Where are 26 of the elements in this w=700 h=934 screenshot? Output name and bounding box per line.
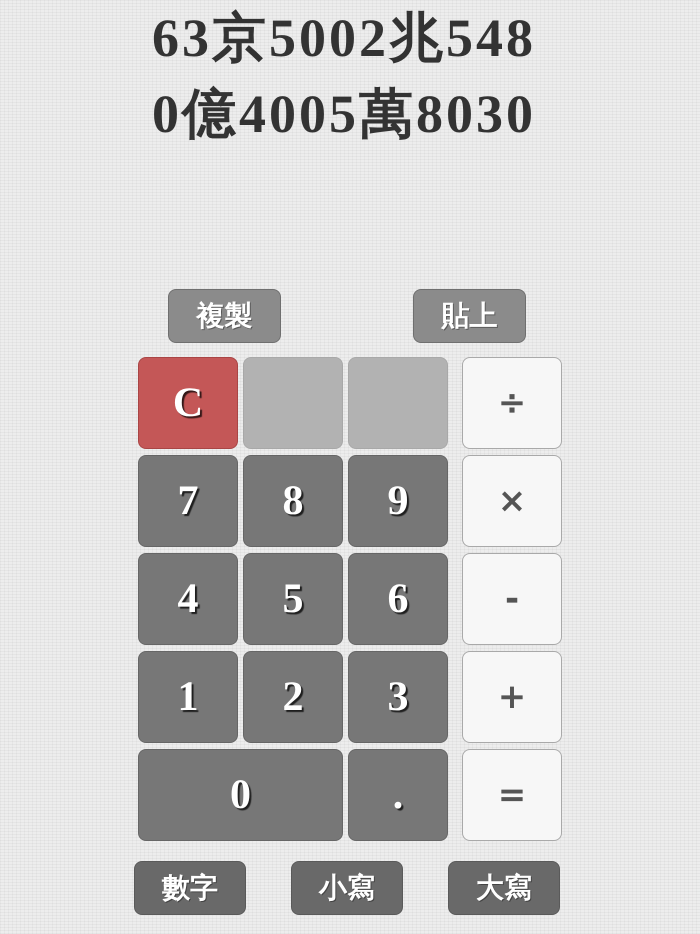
- clear-key[interactable]: C: [138, 357, 238, 449]
- mode-button[interactable]: 小寫: [291, 861, 403, 915]
- operator-key[interactable]: +: [462, 651, 562, 743]
- digit-key[interactable]: 9: [348, 455, 448, 547]
- blank-key[interactable]: [243, 357, 343, 449]
- mode-button[interactable]: 數字: [134, 861, 246, 915]
- copy-button[interactable]: 複製: [168, 289, 281, 343]
- digit-key[interactable]: .: [348, 749, 448, 841]
- operator-key[interactable]: =: [462, 749, 562, 841]
- paste-button[interactable]: 貼上: [413, 289, 526, 343]
- digit-key[interactable]: 0: [138, 749, 343, 841]
- digit-key[interactable]: 6: [348, 553, 448, 645]
- digit-key[interactable]: 3: [348, 651, 448, 743]
- digit-key[interactable]: 7: [138, 455, 238, 547]
- operator-key[interactable]: ×: [462, 455, 562, 547]
- digit-key[interactable]: 2: [243, 651, 343, 743]
- display-line: 63京5002兆548: [152, 7, 536, 70]
- operator-key[interactable]: -: [462, 553, 562, 645]
- digit-key[interactable]: 1: [138, 651, 238, 743]
- mode-button[interactable]: 大寫: [448, 861, 560, 915]
- operator-key[interactable]: ÷: [462, 357, 562, 449]
- display-line: 0億4005萬8030: [152, 83, 536, 146]
- digit-key[interactable]: 8: [243, 455, 343, 547]
- digit-key[interactable]: 5: [243, 553, 343, 645]
- digit-key[interactable]: 4: [138, 553, 238, 645]
- blank-key[interactable]: [348, 357, 448, 449]
